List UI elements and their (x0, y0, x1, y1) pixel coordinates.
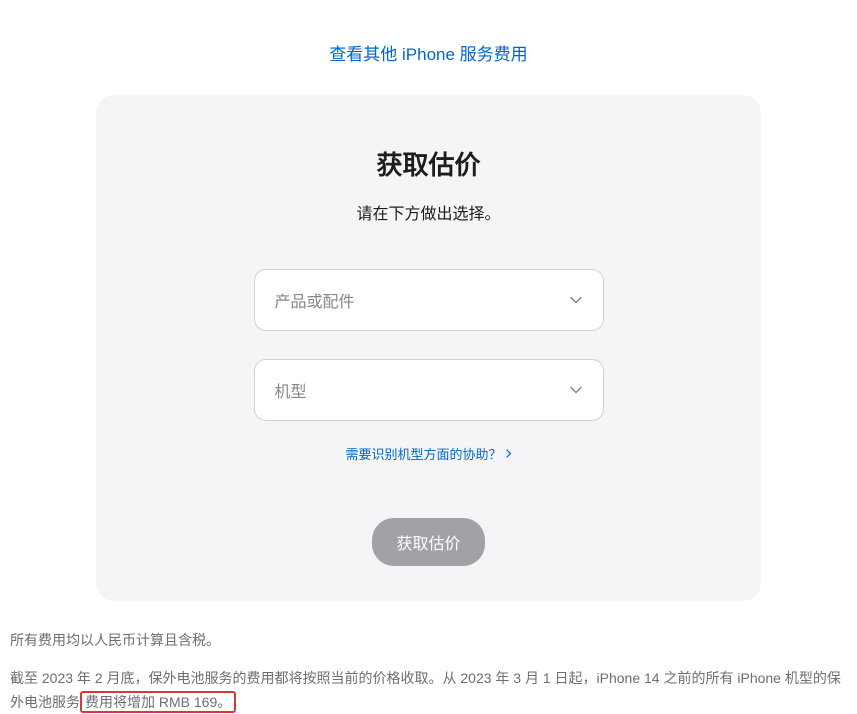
footer-line-1: 所有费用均以人民币计算且含税。 (10, 629, 847, 653)
view-other-services-link[interactable]: 查看其他 iPhone 服务费用 (329, 45, 527, 64)
chevron-down-icon (569, 293, 583, 307)
card-title: 获取估价 (136, 145, 721, 182)
price-increase-highlight: 费用将增加 RMB 169。 (80, 691, 236, 713)
identify-model-help-link[interactable]: 需要识别机型方面的协助？ (345, 444, 511, 463)
chevron-down-icon (569, 383, 583, 397)
footer-line-2: 截至 2023 年 2 月底，保外电池服务的费用都将按照当前的价格收取。从 20… (10, 667, 847, 714)
submit-row: 获取估价 (136, 518, 721, 566)
product-select-placeholder: 产品或配件 (275, 288, 355, 312)
estimate-card: 获取估价 请在下方做出选择。 产品或配件 机型 需要识别机型方面的协助？ 获取估… (96, 95, 761, 601)
product-select[interactable]: 产品或配件 (254, 269, 604, 331)
footer-notes: 所有费用均以人民币计算且含税。 截至 2023 年 2 月底，保外电池服务的费用… (10, 629, 847, 714)
model-select[interactable]: 机型 (254, 359, 604, 421)
top-link-container: 查看其他 iPhone 服务费用 (0, 0, 857, 95)
card-subtitle: 请在下方做出选择。 (136, 200, 721, 224)
model-select-placeholder: 机型 (275, 378, 307, 402)
get-estimate-button[interactable]: 获取估价 (372, 518, 484, 566)
chevron-right-icon (506, 449, 512, 458)
help-link-label: 需要识别机型方面的协助？ (345, 444, 501, 463)
